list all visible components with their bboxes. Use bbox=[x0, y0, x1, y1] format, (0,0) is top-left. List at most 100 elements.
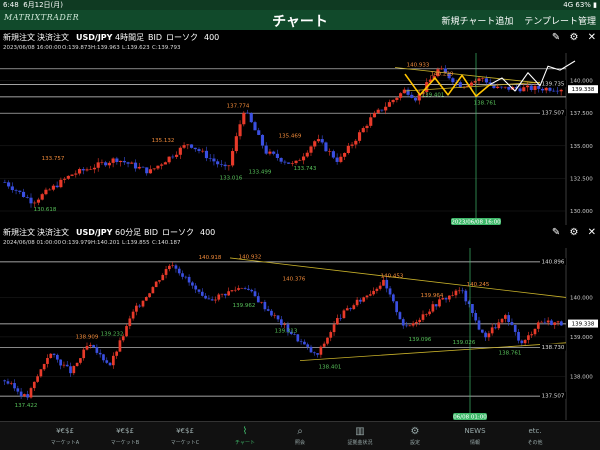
top-period-select[interactable]: 4時間足 bbox=[115, 31, 144, 45]
top-new-order-button[interactable]: 新規注文 bbox=[3, 31, 35, 45]
candle-body bbox=[82, 349, 86, 359]
candle-body bbox=[227, 165, 231, 167]
candle-body bbox=[525, 85, 530, 88]
bottom-gear-icon[interactable]: ⚙ bbox=[569, 227, 578, 238]
tab-margin-icon[interactable]: ▥ 証拠金状況 bbox=[330, 422, 390, 450]
candle-body bbox=[451, 78, 455, 83]
level-tag-label: 137.507 bbox=[542, 393, 565, 399]
candle-body bbox=[79, 358, 82, 363]
candle-body bbox=[72, 365, 76, 374]
top-pair-select[interactable]: USD/JPY bbox=[76, 31, 112, 45]
candle-body bbox=[339, 156, 343, 162]
candle-body bbox=[319, 346, 323, 355]
tab-¥€$£[interactable]: ¥€$£ マーケットC bbox=[155, 422, 215, 450]
candle-body bbox=[305, 152, 309, 157]
candle-body bbox=[182, 145, 186, 148]
top-pencil-icon[interactable]: ✎ bbox=[552, 32, 560, 43]
candle-body bbox=[253, 291, 257, 297]
top-side-select[interactable]: BID bbox=[148, 31, 162, 45]
y-tick-label: 130.000 bbox=[570, 209, 593, 215]
bottom-settle-order-button[interactable]: 決済注文 bbox=[37, 226, 69, 240]
candle-body bbox=[10, 186, 14, 191]
tab-gear-icon[interactable]: ⚙ 設定 bbox=[385, 422, 445, 450]
candle-body bbox=[217, 294, 221, 300]
candle-body bbox=[413, 97, 418, 101]
candle-body bbox=[481, 78, 485, 79]
candle-body bbox=[245, 112, 250, 114]
tab-etc-icon[interactable]: etc. その他 bbox=[505, 422, 565, 450]
candle-body bbox=[378, 285, 382, 289]
candle-body bbox=[357, 132, 362, 141]
price-marker-label: 139.026 bbox=[453, 340, 476, 346]
candle-body bbox=[171, 265, 174, 266]
candle-body bbox=[335, 157, 339, 162]
bottom-pair-select[interactable]: USD/JPY bbox=[76, 226, 112, 240]
candle-body bbox=[507, 315, 510, 322]
candle-body bbox=[7, 182, 11, 187]
candle-body bbox=[477, 78, 481, 82]
candle-body bbox=[548, 87, 552, 91]
bottom-new-order-button[interactable]: 新規注文 bbox=[3, 226, 35, 240]
tab-¥€$£[interactable]: ¥€$£ マーケットB bbox=[95, 422, 155, 450]
price-marker-label: 139.962 bbox=[233, 303, 256, 309]
candle-body bbox=[329, 332, 333, 338]
price-marker-label: 139.313 bbox=[275, 329, 298, 335]
template-manage-button[interactable]: テンプレート管理 bbox=[524, 17, 596, 27]
candle-body bbox=[177, 268, 181, 274]
candle-body bbox=[438, 299, 441, 307]
bottom-style-select[interactable]: ローソク bbox=[162, 226, 194, 240]
candle-body bbox=[272, 151, 276, 154]
top-ohlc-open: O:139.873 bbox=[62, 45, 91, 51]
candle-body bbox=[273, 315, 277, 317]
candle-body bbox=[454, 290, 458, 296]
tab-search-icon[interactable]: ⌕ 照会 bbox=[270, 422, 330, 450]
candle-body bbox=[224, 293, 227, 296]
top-style-select[interactable]: ローソク bbox=[166, 31, 198, 45]
candle-body bbox=[233, 289, 237, 291]
candle-body bbox=[242, 112, 246, 125]
tab-chart-icon[interactable]: ⌇ チャート bbox=[215, 422, 275, 450]
y-tick-label: 140.000 bbox=[570, 295, 593, 301]
top-close-icon[interactable]: ✕ bbox=[588, 32, 596, 43]
candle-body bbox=[32, 381, 36, 389]
candle-body bbox=[411, 323, 415, 326]
candle-body bbox=[260, 301, 263, 303]
bottom-chart-area[interactable]: 140.000 139.000 138.000 06/08 01:00 140.918 1… bbox=[0, 248, 600, 420]
top-settle-order-button[interactable]: 決済注文 bbox=[37, 31, 69, 45]
candle-body bbox=[231, 151, 235, 166]
price-marker-label: 139.096 bbox=[409, 337, 432, 343]
candle-body bbox=[268, 151, 272, 154]
candle-body bbox=[395, 97, 399, 100]
top-count-select[interactable]: 400 bbox=[204, 31, 219, 45]
bottom-period-select[interactable]: 60分足 bbox=[115, 226, 141, 240]
bottom-close-icon[interactable]: ✕ bbox=[588, 227, 596, 238]
candle-body bbox=[362, 297, 366, 302]
candle-body bbox=[111, 158, 115, 163]
bottom-side-select[interactable]: BID bbox=[144, 226, 158, 240]
add-chart-button[interactable]: 新規チャート追加 bbox=[441, 17, 513, 27]
tab-¥€$£[interactable]: ¥€$£ マーケットA bbox=[35, 422, 95, 450]
candle-body bbox=[372, 290, 375, 295]
candle-body bbox=[500, 318, 504, 323]
candle-body bbox=[555, 90, 559, 92]
top-gear-icon[interactable]: ⚙ bbox=[569, 32, 578, 43]
candle-body bbox=[339, 318, 342, 319]
top-chart-header: 新規注文 決済注文 USD/JPY 4時間足 BID ローソク 400 ✎ ⚙ … bbox=[0, 31, 600, 45]
candle-body bbox=[48, 189, 52, 191]
bottom-pencil-icon[interactable]: ✎ bbox=[552, 227, 560, 238]
candle-body bbox=[29, 197, 33, 204]
candle-body bbox=[131, 311, 135, 319]
top-chart-area[interactable]: 140.000 137.500 135.000 132.500 130.000 2023/… bbox=[0, 53, 600, 225]
candle-body bbox=[9, 383, 13, 384]
candle-body bbox=[326, 337, 329, 344]
candle-body bbox=[243, 287, 247, 289]
candle-body bbox=[395, 301, 398, 313]
etc-icon: etc. bbox=[528, 427, 542, 435]
candle-body bbox=[126, 162, 130, 164]
currency-icon: ¥€$£ bbox=[116, 427, 134, 435]
tab-news-icon[interactable]: NEWS 情報 bbox=[445, 422, 505, 450]
candle-body bbox=[266, 309, 270, 311]
bottom-count-select[interactable]: 400 bbox=[200, 226, 215, 240]
candle-body bbox=[385, 279, 389, 289]
candle-body bbox=[550, 320, 553, 325]
